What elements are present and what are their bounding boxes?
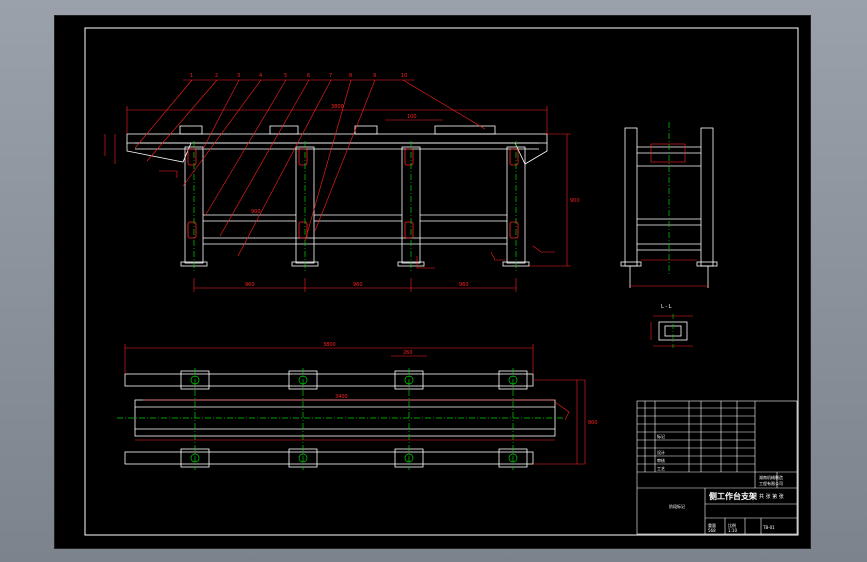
plan-view: [124, 373, 556, 465]
tb-row-4: 工艺: [657, 466, 665, 471]
balloon-label-5: 5: [284, 73, 287, 79]
tb-company-line1: 湖南机械制造: [759, 474, 783, 480]
balloon-label-6: 6: [307, 73, 310, 79]
tb-row-2: 设计: [657, 449, 665, 455]
balloon-label-9: 9: [373, 73, 376, 79]
drawing-sheet: 3800 960 960 960 900 900 100 1 2 3 4 5 6 7 8 9 10: [54, 15, 811, 549]
section-detail: L - L: [650, 304, 693, 348]
dim-front-overall: 3800: [331, 104, 344, 110]
plan-brackets: [180, 370, 528, 468]
tb-header-1: 阶段标记: [669, 503, 685, 509]
balloon-label-2: 2: [215, 73, 218, 79]
tb-drawing-title: 侧工作台支架: [709, 491, 757, 501]
tb-row-1: 标记: [657, 433, 665, 439]
tb-scale: 1:10: [728, 528, 737, 533]
front-dimension-text: 3800 960 960 960 900 900 100: [245, 104, 580, 288]
dim-front-inner: 900: [251, 209, 261, 215]
front-elevation: [126, 125, 548, 267]
front-slots: [187, 148, 519, 239]
balloon-label-3: 3: [237, 73, 240, 79]
drawing-frame: [84, 27, 799, 536]
dim-front-height: 900: [570, 198, 580, 204]
tb-mass: 568: [708, 528, 716, 533]
section-label: L - L: [661, 304, 672, 310]
balloon-label-4: 4: [259, 73, 262, 79]
part-balloons: 1 2 3 4 5 6 7 8 9 10: [190, 73, 407, 79]
dim-plan-bracket: 260: [403, 350, 413, 356]
dim-plan-inner: 3400: [335, 394, 348, 400]
balloon-label-10: 10: [401, 73, 407, 79]
dim-front-top-detail: 100: [407, 114, 417, 120]
dim-front-span-mid: 960: [353, 282, 363, 288]
balloon-label-8: 8: [349, 73, 352, 79]
tb-row-3: 审核: [657, 457, 665, 463]
dim-front-span-right: 960: [459, 282, 469, 288]
tb-company-line2: 工程有限公司: [759, 480, 783, 486]
cad-drawing: 3800 960 960 960 900 900 100 1 2 3 4 5 6 7 8 9 10: [84, 27, 799, 536]
balloon-label-1: 1: [190, 73, 193, 79]
dim-plan-overall: 3800: [323, 342, 336, 348]
plan-centerlines: [117, 368, 565, 470]
plan-dimension-text: 3800 3400 260 800: [323, 342, 598, 426]
tb-sheet-label: 共 张 第 张: [759, 493, 784, 500]
front-centerlines: [193, 141, 517, 271]
dim-front-span-left: 960: [245, 282, 255, 288]
balloon-label-7: 7: [329, 73, 332, 79]
tb-drawing-no: TB-01: [762, 525, 775, 530]
title-block: 标记 设计 审核 工艺 阶段标记 重量 比例 568 1:10 湖南机械制造 工…: [636, 400, 798, 535]
leader-lines: [134, 79, 486, 257]
plan-dimension-lines: [124, 344, 586, 465]
dim-plan-width: 800: [588, 420, 598, 426]
